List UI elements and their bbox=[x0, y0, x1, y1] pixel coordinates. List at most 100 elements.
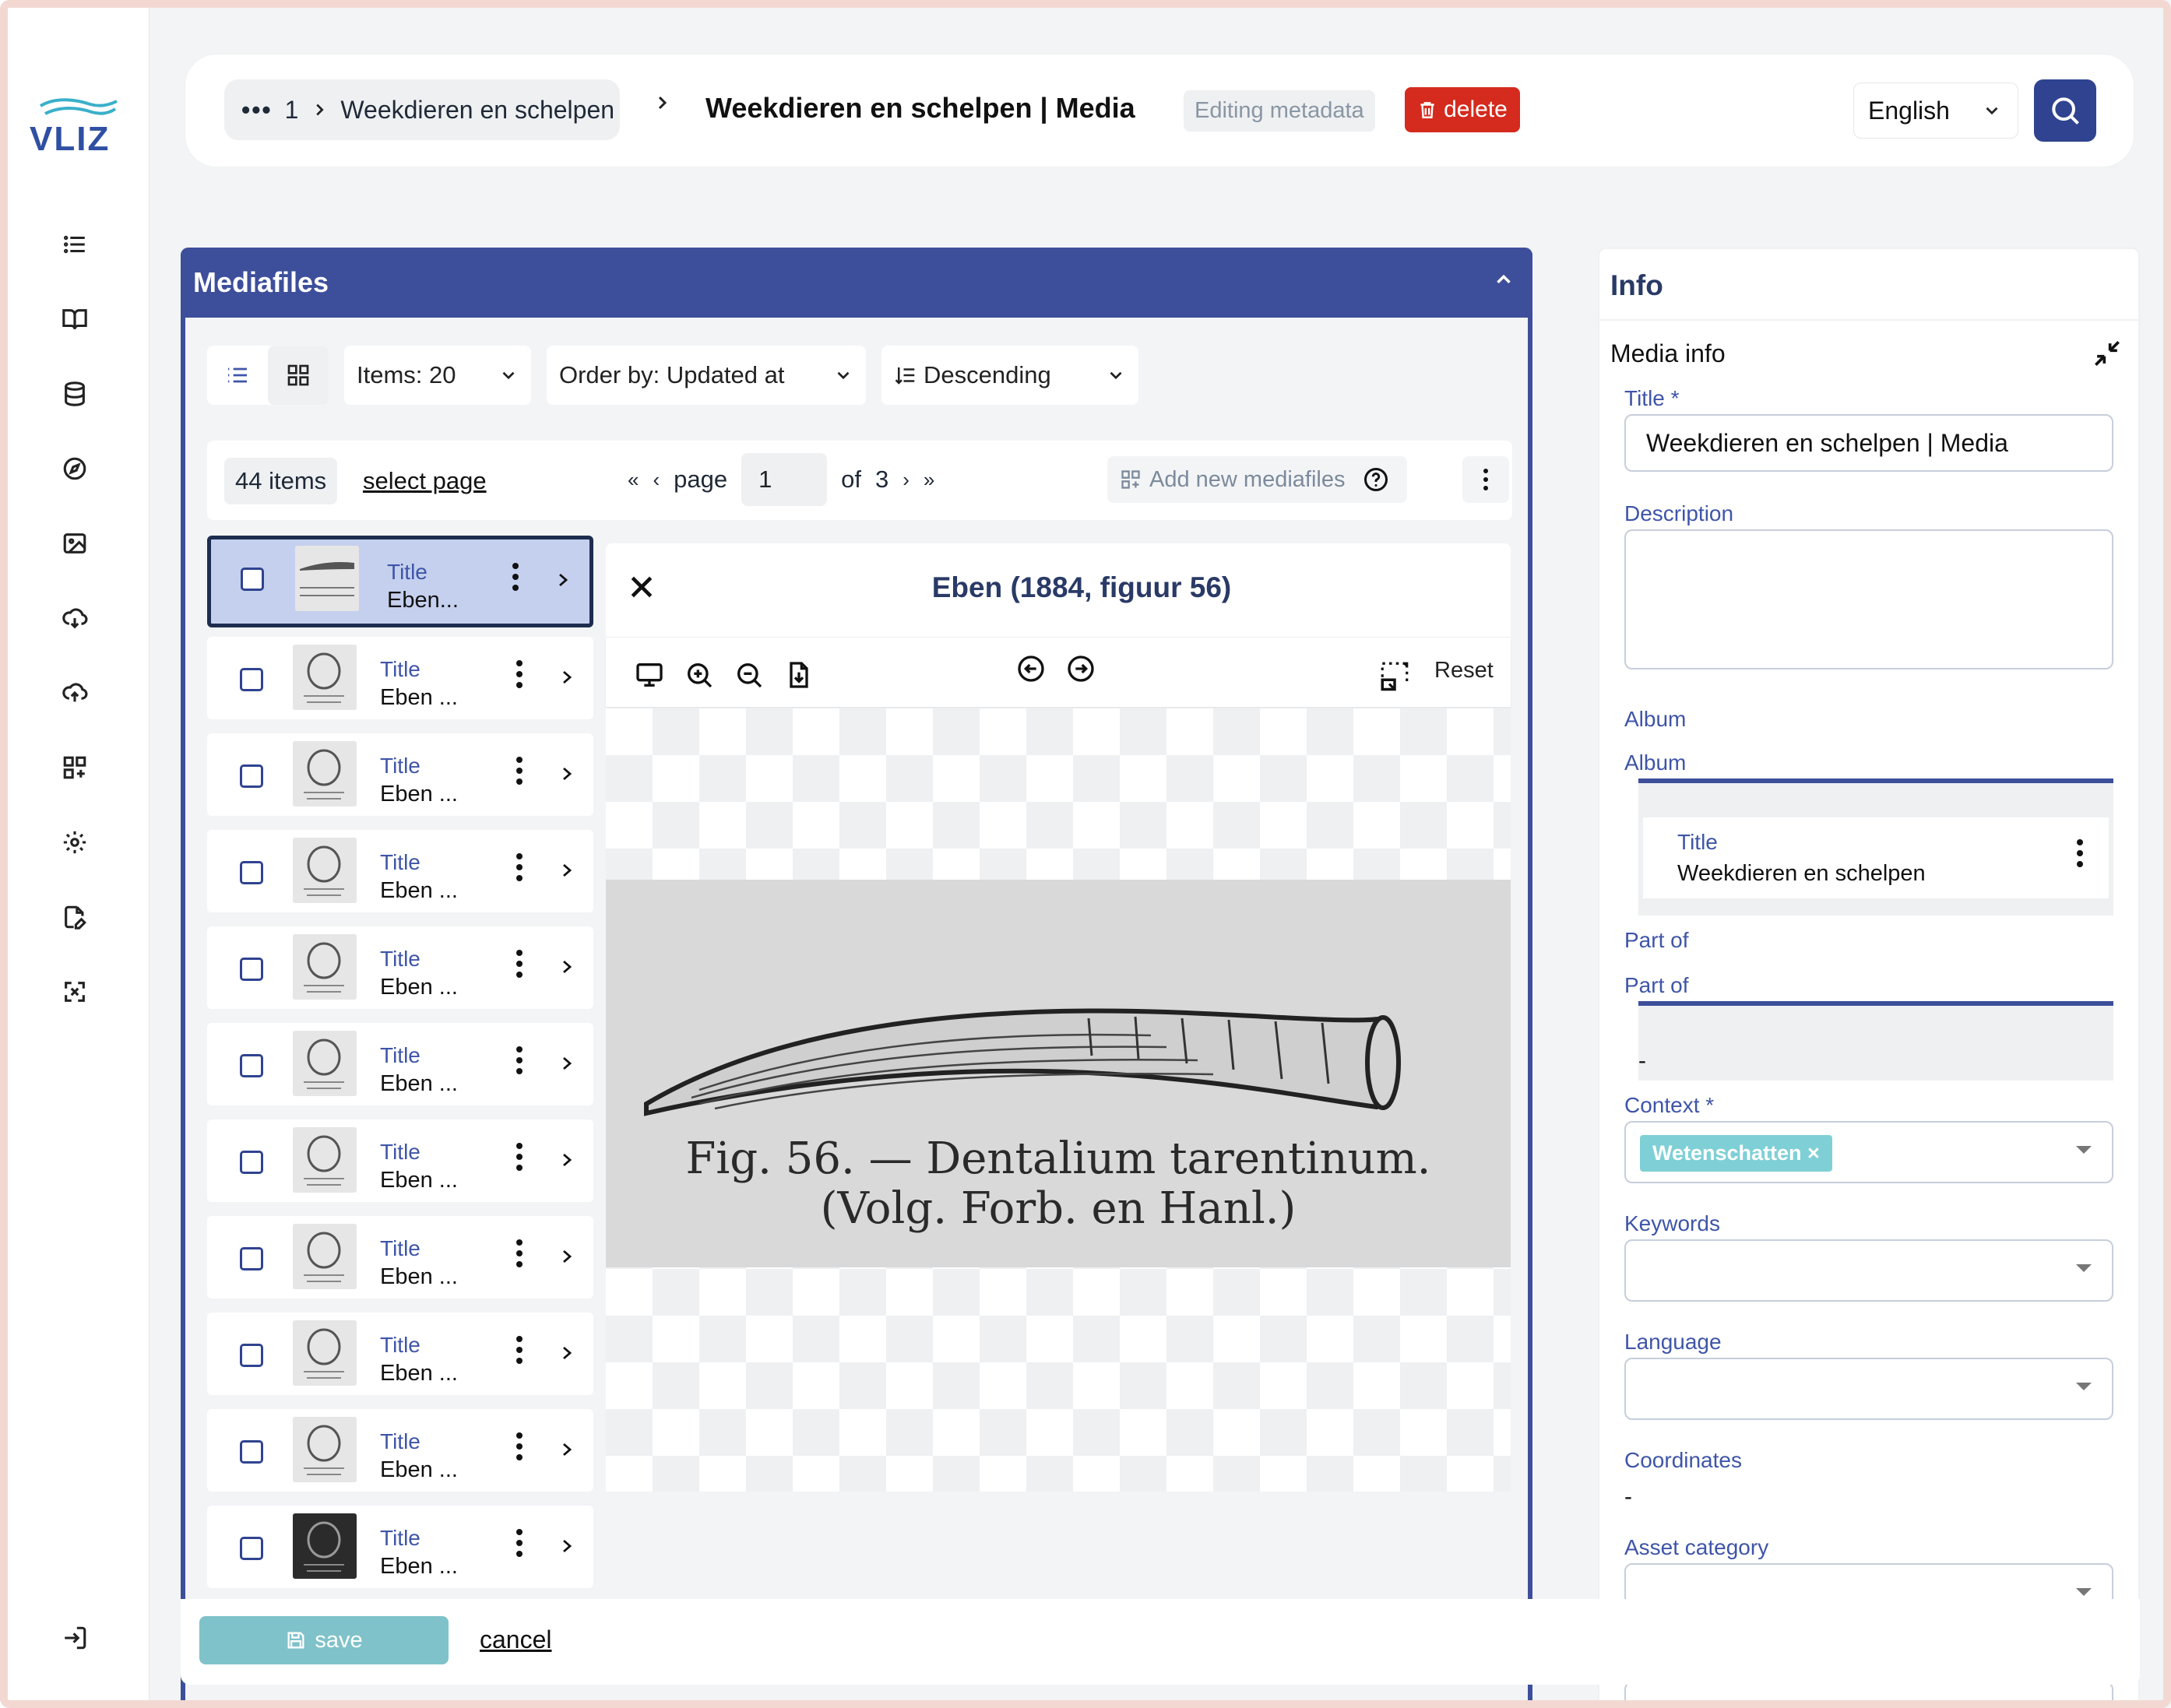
media-list-item[interactable]: Title Eben ... bbox=[207, 1409, 593, 1492]
cloud-download-icon[interactable] bbox=[59, 603, 90, 634]
monitor-icon[interactable] bbox=[634, 659, 665, 691]
list-view-button[interactable] bbox=[207, 346, 268, 405]
chevron-right-icon[interactable] bbox=[558, 763, 576, 785]
kebab-icon[interactable] bbox=[515, 852, 523, 883]
kebab-icon[interactable] bbox=[2076, 838, 2084, 869]
zoom-in-icon[interactable] bbox=[684, 659, 715, 691]
kebab-icon[interactable] bbox=[515, 755, 523, 786]
chevron-right-icon[interactable] bbox=[558, 666, 576, 688]
order-by-select[interactable]: Order by: Updated at bbox=[547, 346, 866, 405]
item-checkbox[interactable] bbox=[240, 764, 263, 788]
last-page-button[interactable]: » bbox=[924, 468, 934, 492]
save-button[interactable]: save bbox=[199, 1616, 449, 1664]
kebab-icon[interactable] bbox=[515, 948, 523, 979]
chevron-right-icon[interactable] bbox=[554, 569, 572, 591]
kebab-icon[interactable] bbox=[512, 561, 519, 592]
compass-icon[interactable] bbox=[59, 453, 90, 484]
add-new-mediafiles-button[interactable]: Add new mediafiles bbox=[1107, 456, 1408, 503]
chevron-right-icon[interactable] bbox=[558, 859, 576, 881]
search-button[interactable] bbox=[2034, 79, 2096, 142]
view-toggle[interactable] bbox=[207, 346, 329, 405]
document-edit-icon[interactable] bbox=[59, 901, 90, 933]
grid-plus-icon[interactable] bbox=[59, 752, 90, 783]
context-chip[interactable]: Wetenschatten × bbox=[1640, 1135, 1832, 1172]
language-select[interactable]: English bbox=[1853, 83, 2018, 139]
fit-screen-icon[interactable] bbox=[1378, 659, 1411, 692]
kebab-icon[interactable] bbox=[515, 659, 523, 690]
gear-icon[interactable] bbox=[59, 827, 90, 858]
chevron-right-icon[interactable] bbox=[558, 1439, 576, 1460]
rotate-right-icon[interactable] bbox=[1065, 653, 1096, 684]
chevron-up-icon[interactable] bbox=[1492, 268, 1515, 291]
cancel-link[interactable]: cancel bbox=[480, 1625, 552, 1654]
item-checkbox[interactable] bbox=[240, 668, 263, 691]
chevron-right-icon[interactable] bbox=[558, 1535, 576, 1557]
extra-select[interactable] bbox=[1624, 1682, 2113, 1708]
media-list-item[interactable]: Title Eben ... bbox=[207, 637, 593, 719]
album-card[interactable]: Title Weekdieren en schelpen bbox=[1643, 817, 2109, 898]
item-checkbox[interactable] bbox=[241, 568, 264, 591]
sort-direction-select[interactable]: Descending bbox=[881, 346, 1138, 405]
mediafiles-header[interactable]: Mediafiles bbox=[181, 248, 1532, 318]
item-checkbox[interactable] bbox=[240, 1537, 263, 1560]
file-download-icon[interactable] bbox=[783, 659, 815, 691]
item-checkbox[interactable] bbox=[240, 861, 263, 884]
chevron-right-icon[interactable] bbox=[558, 1053, 576, 1074]
media-list-item[interactable]: Title Eben ... bbox=[207, 733, 593, 816]
book-icon[interactable] bbox=[59, 304, 90, 335]
kebab-icon[interactable] bbox=[515, 1238, 523, 1269]
list-icon[interactable] bbox=[59, 229, 90, 260]
items-per-page-select[interactable]: Items: 20 bbox=[344, 346, 531, 405]
media-list-item[interactable]: Title Eben ... bbox=[207, 1313, 593, 1395]
item-checkbox[interactable] bbox=[240, 1247, 263, 1270]
item-checkbox[interactable] bbox=[240, 1440, 263, 1464]
item-checkbox[interactable] bbox=[240, 1054, 263, 1077]
cloud-upload-icon[interactable] bbox=[59, 677, 90, 708]
item-checkbox[interactable] bbox=[240, 958, 263, 981]
page-input[interactable] bbox=[741, 453, 828, 506]
breadcrumb-parent[interactable]: Weekdieren en schelpen bbox=[340, 96, 614, 125]
next-page-button[interactable]: › bbox=[903, 468, 910, 492]
logout-icon[interactable] bbox=[59, 1622, 90, 1654]
title-field[interactable]: Weekdieren en schelpen | Media bbox=[1624, 414, 2113, 472]
chevron-right-icon[interactable] bbox=[558, 1149, 576, 1171]
media-list-item[interactable]: Title Eben ... bbox=[207, 1119, 593, 1202]
collapse-icon[interactable] bbox=[2090, 336, 2124, 371]
media-list-item[interactable]: Title Eben ... bbox=[207, 1216, 593, 1299]
media-list-item[interactable]: Title Eben ... bbox=[207, 1506, 593, 1588]
media-list-item[interactable]: Title Eben... bbox=[207, 536, 593, 627]
chevron-right-icon[interactable] bbox=[558, 956, 576, 978]
reset-button[interactable]: Reset bbox=[1434, 658, 1494, 684]
prev-page-button[interactable]: ‹ bbox=[653, 468, 660, 492]
description-field[interactable] bbox=[1624, 529, 2113, 669]
item-checkbox[interactable] bbox=[240, 1151, 263, 1174]
image-icon[interactable] bbox=[59, 528, 90, 559]
keywords-select[interactable] bbox=[1624, 1239, 2113, 1302]
kebab-icon[interactable] bbox=[515, 1045, 523, 1076]
more-options-button[interactable] bbox=[1462, 456, 1509, 503]
kebab-icon[interactable] bbox=[515, 1527, 523, 1559]
first-page-button[interactable]: « bbox=[628, 468, 639, 492]
grid-view-button[interactable] bbox=[268, 346, 329, 405]
chevron-right-icon[interactable] bbox=[558, 1342, 576, 1364]
select-page-link[interactable]: select page bbox=[363, 467, 487, 495]
chevron-right-icon[interactable] bbox=[558, 1246, 576, 1267]
language-field-select[interactable] bbox=[1624, 1358, 2113, 1420]
media-list-item[interactable]: Title Eben ... bbox=[207, 1023, 593, 1105]
delete-button[interactable]: delete bbox=[1405, 87, 1520, 132]
media-list-item[interactable]: Title Eben ... bbox=[207, 926, 593, 1009]
context-select[interactable]: Wetenschatten × bbox=[1624, 1121, 2113, 1183]
image-canvas[interactable]: Fig. 56. — Dentalium tarentinum. (Volg. … bbox=[606, 708, 1511, 1492]
kebab-icon[interactable] bbox=[515, 1334, 523, 1365]
expand-icon[interactable] bbox=[59, 976, 90, 1007]
kebab-icon[interactable] bbox=[515, 1141, 523, 1172]
breadcrumb[interactable]: ••• 1 Weekdieren en schelpen bbox=[224, 79, 620, 140]
media-list-item[interactable]: Title Eben ... bbox=[207, 830, 593, 912]
database-icon[interactable] bbox=[59, 378, 90, 409]
item-checkbox[interactable] bbox=[240, 1344, 263, 1367]
zoom-out-icon[interactable] bbox=[734, 659, 765, 691]
help-icon[interactable] bbox=[1362, 466, 1390, 494]
vliz-logo[interactable]: VLIZ bbox=[30, 97, 121, 159]
kebab-icon[interactable] bbox=[515, 1431, 523, 1462]
rotate-left-icon[interactable] bbox=[1015, 653, 1047, 684]
